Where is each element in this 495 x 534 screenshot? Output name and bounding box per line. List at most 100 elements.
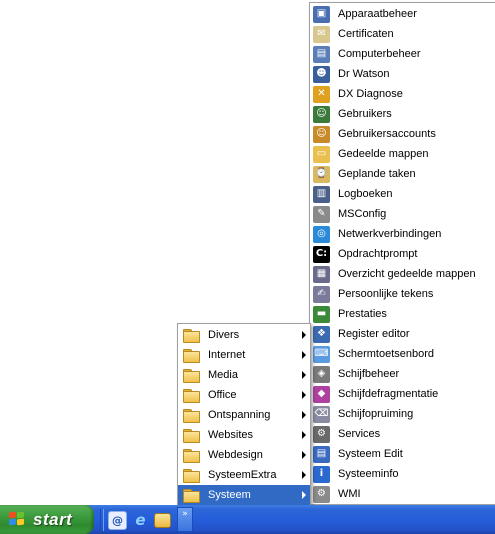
command-prompt-icon: C: — [313, 245, 330, 263]
double-chevron-icon[interactable]: » — [177, 507, 193, 532]
submenu-arrow-icon — [302, 331, 306, 339]
program-label: Computerbeheer — [338, 48, 421, 60]
program-item-apparaatbeheer[interactable]: ▣ Apparaatbeheer — [310, 4, 495, 24]
windows-logo-icon — [9, 511, 27, 528]
menu-item-label: Websites — [208, 429, 254, 441]
dr-watson-icon: ☻ — [313, 65, 330, 83]
menu-item-label: Ontspanning — [208, 409, 271, 421]
menu-item-label: Internet — [208, 349, 246, 361]
menu-item-websites[interactable]: Websites — [178, 425, 310, 445]
device-manager-icon: ▣ — [313, 5, 330, 23]
program-item-services[interactable]: ⚙ Services — [310, 424, 495, 444]
program-item-overzicht-gedeelde-mappen[interactable]: ▦ Overzicht gedeelde mappen — [310, 264, 495, 284]
program-label: Schermtoetsenbord — [338, 348, 434, 360]
submenu-arrow-icon — [302, 411, 306, 419]
program-item-persoonlijke-tekens[interactable]: ✍ Persoonlijke tekens — [310, 284, 495, 304]
program-item-wmi[interactable]: ⚙ WMI — [310, 484, 495, 504]
program-item-gebruikersaccounts[interactable]: ☺ Gebruikersaccounts — [310, 124, 495, 144]
private-characters-icon: ✍ — [313, 285, 330, 303]
folder-icon — [182, 407, 200, 423]
program-item-dx-diagnose[interactable]: ✕ DX Diagnose — [310, 84, 495, 104]
all-programs-submenu: Divers Internet Media Office Ontspanning Webs… — [177, 323, 311, 506]
program-item-msconfig[interactable]: ✎ MSConfig — [310, 204, 495, 224]
program-label: Netwerkverbindingen — [338, 228, 442, 240]
program-item-netwerkverbindingen[interactable]: ◎ Netwerkverbindingen — [310, 224, 495, 244]
menu-item-label: Webdesign — [208, 449, 263, 461]
shared-folders-overview-icon: ▦ — [313, 265, 330, 283]
program-item-register-editor[interactable]: ❖ Register editor — [310, 324, 495, 344]
menu-item-divers[interactable]: Divers — [178, 325, 310, 345]
program-item-logboeken[interactable]: ▥ Logboeken — [310, 184, 495, 204]
submenu-arrow-icon — [302, 471, 306, 479]
program-label: Schijfdefragmentatie — [338, 388, 439, 400]
outlook-express-icon[interactable]: @ — [108, 511, 127, 530]
program-label: Services — [338, 428, 381, 440]
taskbar: start @ e » — [0, 505, 495, 534]
programs-list: ▣ Apparaatbeheer ✉ Certificaten ▤ Computerbeh… — [310, 4, 495, 504]
program-item-opdrachtprompt[interactable]: C: Opdrachtprompt — [310, 244, 495, 264]
folder-icon — [182, 447, 200, 463]
program-label: Apparaatbeheer — [338, 8, 417, 20]
msconfig-icon: ✎ — [313, 205, 330, 223]
menu-item-office[interactable]: Office — [178, 385, 310, 405]
program-item-certificaten[interactable]: ✉ Certificaten — [310, 24, 495, 44]
program-label: MSConfig — [338, 208, 387, 220]
event-logs-icon: ▥ — [313, 185, 330, 203]
registry-editor-icon: ❖ — [313, 325, 330, 343]
folder-icon — [182, 467, 200, 483]
systeem-programs-menu: ▣ Apparaatbeheer ✉ Certificaten ▤ Computerbeh… — [309, 2, 495, 505]
menu-item-label: Office — [208, 389, 237, 401]
program-label: Gebruikers — [338, 108, 392, 120]
program-label: Certificaten — [338, 28, 394, 40]
system-edit-icon: ▤ — [313, 445, 330, 463]
taskbar-separator — [100, 509, 104, 531]
program-item-gedeelde-mappen[interactable]: ▭ Gedeelde mappen — [310, 144, 495, 164]
system-info-icon: i — [313, 465, 330, 483]
folder-icon — [182, 367, 200, 383]
program-item-schijfdefragmentatie[interactable]: ◆ Schijfdefragmentatie — [310, 384, 495, 404]
windows-explorer-icon[interactable] — [154, 513, 171, 528]
program-item-dr-watson[interactable]: ☻ Dr Watson — [310, 64, 495, 84]
program-label: Logboeken — [338, 188, 393, 200]
disk-cleanup-icon: ⌫ — [313, 405, 330, 423]
folder-icon — [182, 427, 200, 443]
user-accounts-icon: ☺ — [313, 125, 330, 143]
program-label: Persoonlijke tekens — [338, 288, 434, 300]
program-item-computerbeheer[interactable]: ▤ Computerbeheer — [310, 44, 495, 64]
program-item-systeeminfo[interactable]: i Systeeminfo — [310, 464, 495, 484]
program-item-systeem-edit[interactable]: ▤ Systeem Edit — [310, 444, 495, 464]
internet-explorer-icon[interactable]: e — [132, 511, 149, 529]
menu-item-label: Media — [208, 369, 238, 381]
program-item-geplande-taken[interactable]: ⌚ Geplande taken — [310, 164, 495, 184]
menu-item-systeemextra[interactable]: SysteemExtra — [178, 465, 310, 485]
wmi-icon: ⚙ — [313, 485, 330, 503]
submenu-arrow-icon — [302, 451, 306, 459]
submenu-arrow-icon — [302, 491, 306, 499]
program-item-prestaties[interactable]: ▬ Prestaties — [310, 304, 495, 324]
computer-management-icon: ▤ — [313, 45, 330, 63]
menu-item-media[interactable]: Media — [178, 365, 310, 385]
users-icon: ☺ — [313, 105, 330, 123]
menu-item-webdesign[interactable]: Webdesign — [178, 445, 310, 465]
program-item-schermtoetsenbord[interactable]: ⌨ Schermtoetsenbord — [310, 344, 495, 364]
submenu-arrow-icon — [302, 391, 306, 399]
program-label: Dr Watson — [338, 68, 390, 80]
dx-diagnose-icon: ✕ — [313, 85, 330, 103]
program-item-schijfopruiming[interactable]: ⌫ Schijfopruiming — [310, 404, 495, 424]
program-label: Geplande taken — [338, 168, 416, 180]
scheduled-tasks-icon: ⌚ — [313, 165, 330, 183]
program-label: Overzicht gedeelde mappen — [338, 268, 476, 280]
start-button[interactable]: start — [0, 505, 94, 534]
network-connections-icon: ◎ — [313, 225, 330, 243]
folder-icon — [182, 387, 200, 403]
menu-item-internet[interactable]: Internet — [178, 345, 310, 365]
program-item-gebruikers[interactable]: ☺ Gebruikers — [310, 104, 495, 124]
disk-defragmenter-icon: ◆ — [313, 385, 330, 403]
program-item-schijfbeheer[interactable]: ◈ Schijfbeheer — [310, 364, 495, 384]
shared-folders-icon: ▭ — [313, 145, 330, 163]
menu-item-systeem[interactable]: Systeem — [178, 485, 310, 505]
start-label: start — [33, 509, 73, 529]
performance-icon: ▬ — [313, 305, 330, 323]
menu-item-ontspanning[interactable]: Ontspanning — [178, 405, 310, 425]
folder-icon — [182, 327, 200, 343]
